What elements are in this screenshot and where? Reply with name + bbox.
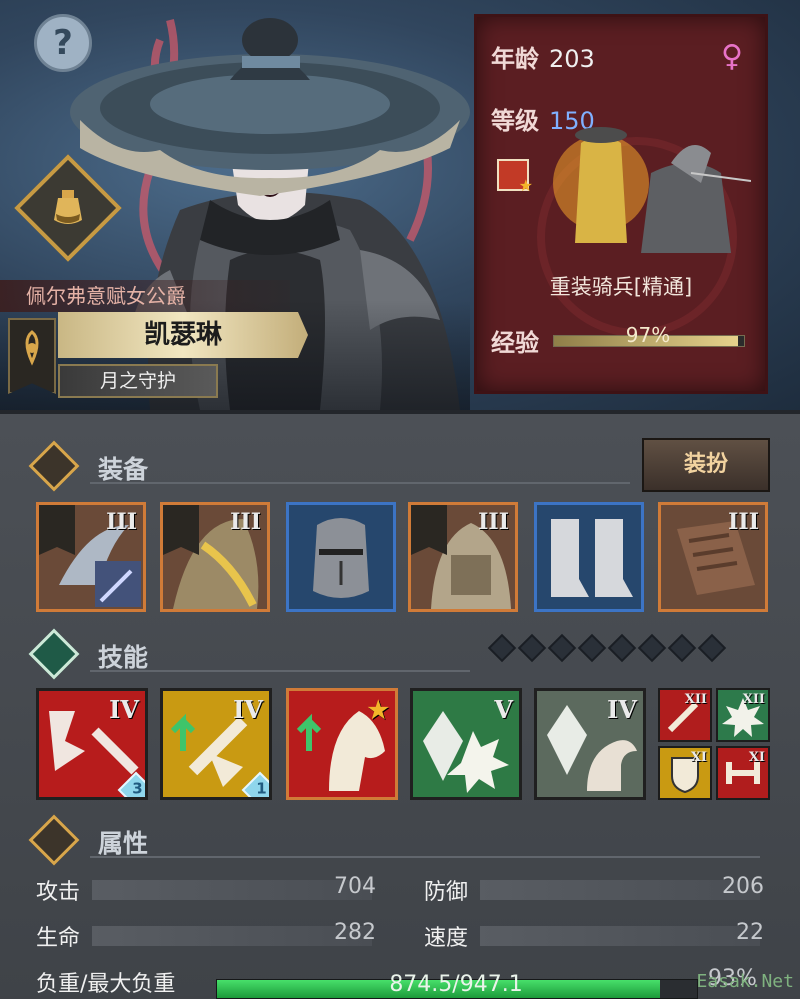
stat-value: 282	[334, 920, 376, 945]
stat-label: 防御	[424, 880, 469, 905]
level-label: 等级	[491, 107, 539, 135]
passive-burst[interactable]: XII	[716, 688, 770, 742]
age-label: 年龄	[491, 45, 539, 73]
skill-shattered-spear[interactable]: IV 3	[36, 688, 148, 800]
heavy-cavalry-figure[interactable]	[541, 113, 751, 283]
skill-slot-diamond	[667, 633, 697, 663]
question-icon: ?	[53, 23, 73, 63]
tier-label: III	[230, 509, 261, 535]
age-row: 年龄 203	[491, 39, 595, 74]
attributes-header: 属性	[0, 814, 800, 866]
portrait-area: ? 佩尔弗意赋女公爵 凯瑟琳 月之守护 年龄 203 ♀ 等级 150 ★ 重装…	[0, 0, 800, 410]
tier-label: III	[478, 509, 509, 535]
watermark: Easak.Net	[696, 971, 794, 992]
exp-label: 经验	[491, 329, 539, 357]
stat-attack: 攻击 704	[36, 874, 376, 905]
dress-up-button[interactable]: 装扮	[642, 438, 770, 492]
tier-label: XII	[742, 692, 765, 707]
equip-slot-boots[interactable]	[534, 502, 644, 612]
tier-label: III	[106, 509, 137, 535]
eye-emblem-icon	[25, 330, 39, 366]
tier-label: V	[494, 695, 513, 724]
attributes-title: 属性	[98, 829, 149, 858]
skill-sword-charge[interactable]: IV 1	[160, 688, 272, 800]
class-icon[interactable]: ★	[497, 159, 533, 195]
age-value: 203	[549, 45, 595, 73]
tier-label: IV	[109, 695, 139, 724]
skill-crystal-burst[interactable]: V	[410, 688, 522, 800]
info-panel: 年龄 203 ♀ 等级 150 ★ 重装骑兵[精通] 经验 97%	[474, 14, 768, 394]
skill-slot-diamond	[637, 633, 667, 663]
skill-slot-diamond	[697, 633, 727, 663]
passive-sword[interactable]: XII	[658, 688, 712, 742]
flask-icon	[54, 190, 82, 224]
stat-health: 生命 282	[36, 920, 376, 951]
tier-label: IV	[233, 695, 263, 724]
helmet-icon	[313, 518, 369, 598]
skill-slot-indicators	[487, 633, 730, 666]
stat-label: 速度	[424, 926, 469, 951]
stat-label: 攻击	[36, 880, 81, 905]
character-name: 凯瑟琳	[58, 312, 308, 358]
character-subtitle: 月之守护	[58, 364, 218, 398]
tier-label: XII	[684, 692, 707, 707]
person-icon	[28, 814, 80, 866]
skill-crystal-muscle[interactable]: IV	[534, 688, 646, 800]
boots-icon	[551, 519, 633, 597]
house-banner	[8, 318, 56, 394]
tier-label: XI	[748, 750, 765, 765]
equip-slot-helmet[interactable]	[286, 502, 396, 612]
exp-row: 经验 97%	[491, 323, 751, 357]
skill-slot-diamond	[517, 633, 547, 663]
stat-value: 206	[722, 874, 764, 899]
skill-horse-charge[interactable]: ★	[286, 688, 398, 800]
equip-slot-armor[interactable]: III	[160, 502, 270, 612]
skill-slot-diamond	[607, 633, 637, 663]
passive-dumbbell[interactable]: XI	[716, 746, 770, 800]
tier-label: IV	[607, 695, 637, 724]
stat-defense: 防御 206	[424, 874, 764, 905]
female-icon: ♀	[721, 39, 743, 74]
stat-label: 生命	[36, 926, 81, 951]
character-title: 佩尔弗意赋女公爵	[0, 280, 290, 312]
star-icon: ★	[367, 695, 389, 724]
skill-slot-diamond	[577, 633, 607, 663]
class-name: 重装骑兵[精通]	[549, 275, 693, 299]
stat-value: 704	[334, 874, 376, 899]
skills-title: 技能	[98, 643, 149, 672]
equip-slot-book[interactable]: III	[658, 502, 768, 612]
tier-label: III	[728, 509, 759, 535]
starburst-icon	[28, 628, 80, 680]
star-icon: ★	[518, 176, 533, 195]
load-value: 874.5/947.1	[389, 972, 523, 997]
tier-label: XI	[690, 750, 707, 765]
skill-slot-diamond	[547, 633, 577, 663]
stat-value: 22	[736, 920, 764, 945]
load-label: 负重/最大负重	[36, 972, 176, 997]
details-panel: 装备 装扮 III III III III 技能 IV 3 IV 1 ★ V I…	[0, 410, 800, 999]
passive-shield[interactable]: XI	[658, 746, 712, 800]
exp-percent: 97%	[625, 323, 671, 347]
equip-slot-weapon[interactable]: III	[36, 502, 146, 612]
equipment-title: 装备	[98, 455, 149, 484]
equip-slot-body[interactable]: III	[408, 502, 518, 612]
sword-icon	[28, 440, 80, 492]
help-button[interactable]: ?	[34, 14, 92, 72]
stat-speed: 速度 22	[424, 920, 764, 951]
skill-slot-diamond	[487, 633, 517, 663]
